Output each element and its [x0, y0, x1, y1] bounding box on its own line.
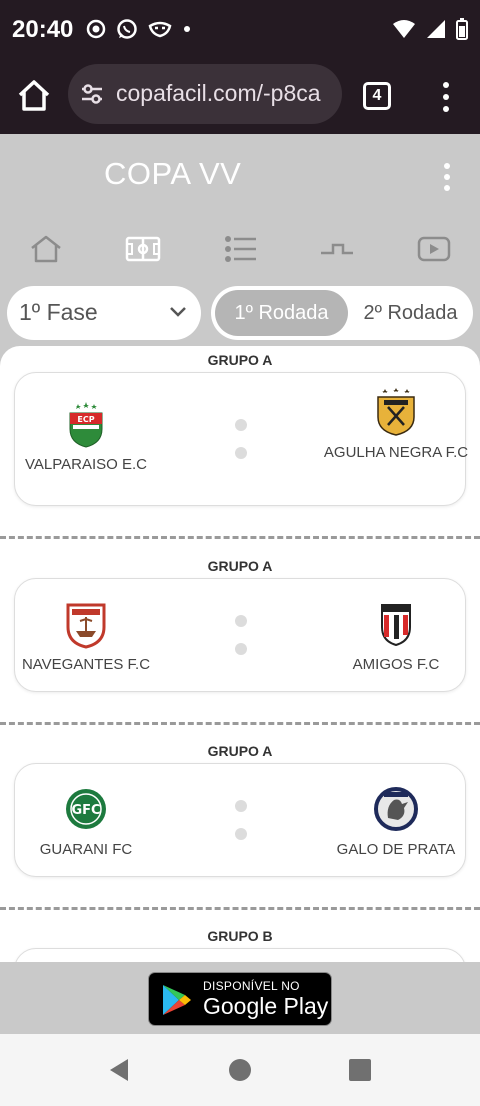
- bracket-icon: [321, 243, 353, 255]
- home-team: NAVEGANTES F.C: [11, 599, 161, 675]
- play-store-banner: DISPONÍVEL NO Google Play: [0, 962, 480, 1034]
- home-team-name: NAVEGANTES F.C: [21, 656, 151, 673]
- list-icon: [225, 236, 256, 262]
- away-team-name: AMIGOS F.C: [352, 656, 440, 673]
- galo-de-prata-crest-icon: [374, 787, 418, 831]
- nav-video[interactable]: [414, 232, 454, 266]
- nav-list[interactable]: [220, 232, 260, 266]
- browser-home-icon[interactable]: [14, 76, 54, 116]
- back-icon[interactable]: [108, 1058, 130, 1082]
- nav-bracket[interactable]: [317, 232, 357, 266]
- page-title: COPA VV: [104, 156, 242, 191]
- agulha-negra-crest-icon: [377, 388, 415, 436]
- status-bar: 20:40: [0, 0, 480, 60]
- divider: [0, 722, 480, 725]
- nav-field[interactable]: [123, 232, 163, 266]
- google-play-icon: [163, 985, 191, 1015]
- nav-home[interactable]: [26, 232, 66, 266]
- phase-select-value: 1º Fase: [19, 299, 98, 325]
- score-home: [235, 419, 247, 431]
- home-button[interactable]: [229, 1059, 251, 1081]
- notification-icons: [86, 18, 192, 40]
- away-team-name: AGULHA NEGRA F.C: [323, 444, 469, 461]
- score-away: [235, 828, 247, 840]
- url-text[interactable]: copafacil.com/-p8ca: [116, 80, 338, 107]
- group-label: GRUPO A: [207, 558, 273, 574]
- play-big-text: Google Play: [203, 993, 329, 1019]
- group-label: GRUPO A: [207, 352, 273, 368]
- address-bar[interactable]: copafacil.com/-p8ca: [68, 64, 342, 124]
- field-icon: [125, 236, 161, 262]
- mask-icon: [148, 21, 172, 38]
- away-team: AMIGOS F.C: [321, 599, 471, 675]
- score-home: [235, 615, 247, 627]
- whatsapp-icon: [117, 19, 137, 39]
- divider: [0, 536, 480, 539]
- score-away: [235, 447, 247, 459]
- chevron-down-icon: [170, 307, 186, 317]
- match-card[interactable]: GFC GUARANI FC GALO DE PRATA: [14, 763, 466, 877]
- home-team: ECP VALPARAISO E.C: [11, 399, 161, 475]
- navegantes-crest-icon: [66, 603, 106, 649]
- app-menu-icon[interactable]: [440, 162, 454, 192]
- wifi-icon: [393, 20, 415, 38]
- divider: [0, 907, 480, 910]
- match-list: GRUPO A ECP VALPARAISO E.C AGULHA NEGRA …: [0, 346, 480, 962]
- system-icons: [392, 18, 468, 40]
- home-team: GFC GUARANI FC: [11, 784, 161, 860]
- phase-select[interactable]: 1º Fase: [7, 286, 201, 340]
- recents-button[interactable]: [349, 1059, 371, 1081]
- round-1-button[interactable]: 1º Rodada: [215, 290, 348, 336]
- round-2-button[interactable]: 2º Rodada: [352, 290, 469, 336]
- home-team-name: VALPARAISO E.C: [25, 456, 147, 473]
- play-small-text: DISPONÍVEL NO: [203, 979, 300, 993]
- round-switch: 1º Rodada 2º Rodada: [211, 286, 473, 340]
- browser-menu-icon[interactable]: [436, 80, 456, 114]
- group-label: GRUPO A: [207, 743, 273, 759]
- score-away: [235, 643, 247, 655]
- home-team-name: GUARANI FC: [39, 841, 133, 858]
- home-icon: [31, 235, 61, 263]
- signal-icon: [427, 20, 445, 38]
- score-home: [235, 800, 247, 812]
- svg-text:ECP: ECP: [77, 415, 94, 424]
- record-icon: [86, 19, 106, 39]
- match-card[interactable]: [14, 948, 466, 962]
- away-team: AGULHA NEGRA F.C: [321, 387, 471, 463]
- match-card[interactable]: NAVEGANTES F.C AMIGOS F.C: [14, 578, 466, 692]
- guarani-crest-icon: GFC: [66, 789, 106, 829]
- away-team-name: GALO DE PRATA: [336, 841, 456, 858]
- app-nav: [0, 218, 480, 284]
- site-settings-icon[interactable]: [80, 82, 104, 106]
- amigos-crest-icon: [381, 604, 411, 647]
- svg-text:GFC: GFC: [71, 803, 100, 818]
- battery-icon: [456, 18, 468, 40]
- browser-toolbar: copafacil.com/-p8ca 4: [0, 60, 480, 134]
- clock: 20:40: [12, 16, 74, 43]
- match-card[interactable]: ECP VALPARAISO E.C AGULHA NEGRA F.C: [11, 372, 468, 506]
- dot-icon: [184, 26, 190, 32]
- tab-switcher-button[interactable]: 4: [363, 82, 391, 110]
- app-container: COPA VV 1º Fase 1º Rodada 2º Rodada GRUP…: [0, 134, 480, 962]
- away-team: GALO DE PRATA: [321, 784, 471, 860]
- valparaiso-crest-icon: ECP: [69, 402, 103, 448]
- system-nav-bar: [0, 1034, 480, 1106]
- group-label: GRUPO B: [207, 928, 273, 944]
- video-icon: [417, 236, 451, 262]
- app-header: COPA VV: [0, 134, 480, 218]
- google-play-button[interactable]: DISPONÍVEL NO Google Play: [148, 972, 332, 1026]
